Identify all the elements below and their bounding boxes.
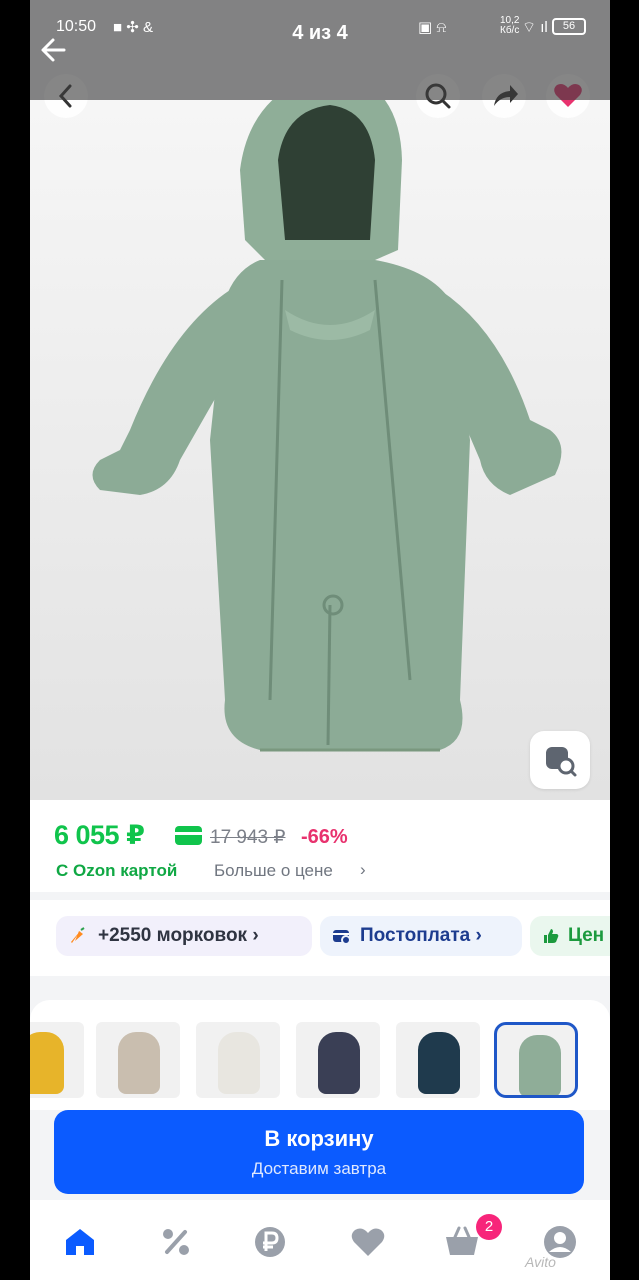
variant-cream — [218, 1032, 260, 1094]
variant-thumb[interactable] — [30, 1022, 84, 1098]
ozon-card-label: С Ozon картой — [56, 861, 178, 880]
chevron-right-icon[interactable]: › — [360, 860, 366, 880]
variant-thumb[interactable] — [396, 1022, 480, 1098]
home-icon[interactable] — [60, 1222, 100, 1262]
benefit-chips: +2550 морковок › Постоплата › Цен — [30, 900, 610, 976]
postpay-chip[interactable]: Постоплата › — [320, 916, 522, 956]
carrots-chip[interactable]: +2550 морковок › — [56, 916, 312, 956]
variant-beige — [118, 1032, 160, 1094]
color-variants — [30, 1000, 610, 1110]
carrots-label: +2550 морковок — [98, 925, 248, 946]
price-chip[interactable]: Цен — [530, 916, 610, 956]
variant-thumb[interactable] — [96, 1022, 180, 1098]
variant-dark-teal — [418, 1032, 460, 1094]
current-price: 6 055 ₽ — [54, 820, 145, 850]
discount-badge: -66% — [301, 826, 348, 848]
bottom-nav — [30, 1200, 610, 1280]
add-to-cart-button[interactable]: В корзину Доставим завтра — [54, 1110, 584, 1194]
postpay-label: Постоплата — [360, 925, 471, 946]
add-to-cart-label: В корзину — [264, 1126, 374, 1151]
cart-count-badge: 2 — [476, 1214, 502, 1240]
postpay-icon — [333, 930, 350, 945]
variant-green — [519, 1035, 561, 1095]
price-chip-label: Цен — [568, 925, 605, 946]
ruble-icon[interactable] — [250, 1222, 290, 1262]
watermark: Avito — [525, 1254, 556, 1270]
delivery-label: Доставим завтра — [251, 1159, 387, 1178]
variant-navy-print — [318, 1032, 360, 1094]
thumbs-up-icon — [544, 929, 559, 943]
variant-thumb-selected[interactable] — [494, 1022, 578, 1098]
baby-sleeping-bag-image — [30, 70, 610, 800]
app-frame: 10:50 ■ ✣ & ▣ ⍾ 10,2 Кб/с ⌔ ıl 56 4 из 4 — [30, 0, 610, 1280]
ozon-card-icon — [175, 826, 202, 845]
back-arrow-icon[interactable] — [36, 30, 76, 70]
carrot-icon — [71, 927, 85, 943]
image-search-button[interactable] — [530, 731, 590, 789]
heart-icon[interactable] — [348, 1222, 388, 1262]
variant-thumb[interactable] — [296, 1022, 380, 1098]
more-about-price-link[interactable]: Больше о цене — [214, 861, 333, 881]
price-block: 6 055 ₽ 17 943 ₽ -66% С Ozon картой Боль… — [30, 800, 610, 892]
variant-thumb[interactable] — [196, 1022, 280, 1098]
product-image[interactable] — [30, 70, 610, 800]
viewer-counter: 4 из 4 — [292, 22, 348, 44]
viewer-header: 10:50 ■ ✣ & ▣ ⍾ 10,2 Кб/с ⌔ ıl 56 4 из 4 — [30, 0, 610, 100]
image-search-icon — [546, 747, 577, 777]
variant-yellow — [30, 1032, 64, 1094]
old-price: 17 943 ₽ — [210, 827, 286, 848]
percent-icon[interactable] — [156, 1222, 196, 1262]
